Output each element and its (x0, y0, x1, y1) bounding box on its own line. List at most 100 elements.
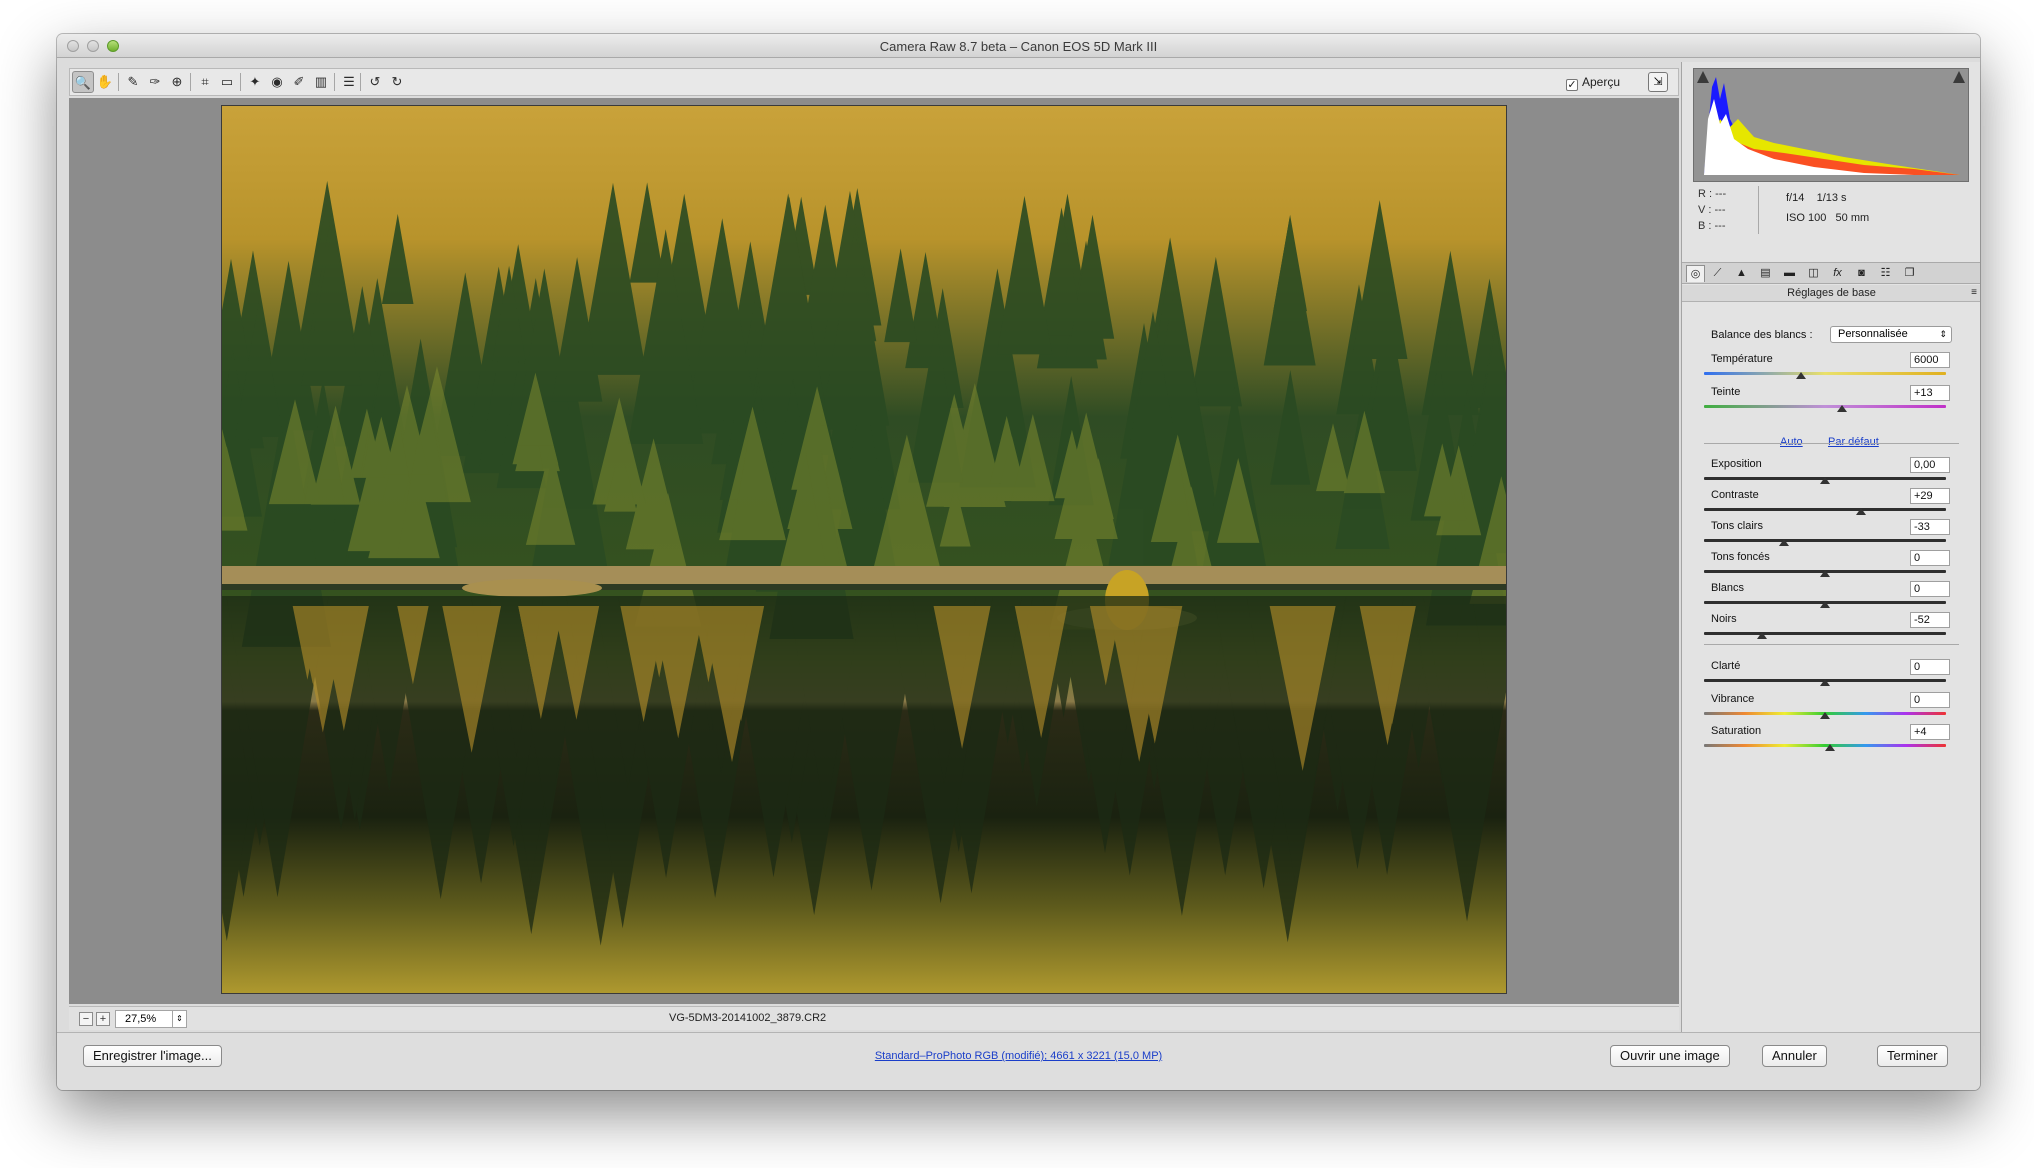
panel-tabs: ◎ ⟋ ▲ ▤ ▬ ◫ fx ◙ ☷ ❐ (1682, 262, 1980, 284)
spot-removal-tool-icon[interactable]: ✦ (244, 71, 266, 93)
bottom-bar: Enregistrer l'image... Standard–ProPhoto… (57, 1032, 1980, 1090)
crop-tool-icon[interactable]: ⌗ (194, 71, 216, 93)
cancel-button[interactable]: Annuler (1762, 1045, 1827, 1067)
toolbar-separator (334, 73, 335, 91)
exif-iso: ISO 100 (1786, 212, 1827, 224)
temperature-label: Température (1711, 353, 1773, 365)
straighten-tool-icon[interactable]: ▭ (216, 71, 238, 93)
image-canvas[interactable] (69, 98, 1679, 1004)
tab-lens-corrections-icon[interactable]: ◫ (1804, 265, 1823, 282)
preferences-icon[interactable]: ☰ (338, 71, 360, 93)
default-link[interactable]: Par défaut (1828, 436, 1879, 448)
temperature-slider-thumb[interactable] (1795, 372, 1806, 379)
graduated-filter-icon[interactable]: ▥ (310, 71, 332, 93)
histogram (1693, 68, 1969, 182)
vibrance-value-field[interactable]: 0 (1910, 692, 1950, 708)
targeted-adjustment-tool-icon[interactable]: ⊕ (166, 71, 188, 93)
tons-fonces-value-field[interactable]: 0 (1910, 550, 1950, 566)
section-title: Réglages de base (1787, 287, 1876, 299)
saturation-slider-thumb[interactable] (1824, 744, 1835, 751)
adjustment-panel: R : --- V : --- B : --- f/14 1/13 s ISO … (1681, 62, 1980, 1032)
tab-split-toning-icon[interactable]: ▬ (1780, 265, 1799, 282)
tons-fonces-label: Tons foncés (1711, 551, 1770, 563)
vibrance-slider-thumb[interactable] (1820, 712, 1830, 719)
tab-detail-icon[interactable]: ▲ (1732, 265, 1751, 282)
red-eye-tool-icon[interactable]: ◉ (266, 71, 288, 93)
tons-clairs-slider-thumb[interactable] (1778, 539, 1789, 546)
preview-label: Aperçu (1581, 75, 1620, 89)
zoom-level-select[interactable]: 27,5% ⇕ (115, 1010, 187, 1028)
vibrance-label: Vibrance (1711, 693, 1755, 705)
section-header: Réglages de base ≡ (1682, 285, 1980, 302)
zoom-out-button[interactable]: − (79, 1012, 93, 1026)
noirs-slider-track[interactable] (1704, 632, 1946, 635)
contraste-slider-track[interactable] (1704, 508, 1946, 511)
photo-preview[interactable] (221, 105, 1507, 994)
clarte-value-field[interactable]: 0 (1910, 659, 1950, 675)
white-balance-select[interactable]: Personnalisée ⇕ (1830, 326, 1952, 343)
tons-clairs-value-field[interactable]: -33 (1910, 519, 1950, 535)
temperature-value-field[interactable]: 6000 (1910, 352, 1950, 368)
group-divider (1704, 644, 1959, 645)
toolbar-separator (360, 73, 361, 91)
hand-tool-icon[interactable]: ✋ (94, 71, 116, 93)
noirs-slider-thumb[interactable] (1757, 632, 1768, 639)
saturation-label: Saturation (1711, 725, 1762, 737)
tab-tone-curve-icon[interactable]: ⟋ (1708, 265, 1727, 282)
select-arrow-icon: ⇕ (1939, 329, 1947, 339)
exif-focal-length: 50 mm (1835, 212, 1870, 224)
teinte-value-field[interactable]: +13 (1910, 385, 1950, 401)
rotate-left-icon[interactable]: ↺ (364, 71, 386, 93)
blancs-value-field[interactable]: 0 (1910, 581, 1950, 597)
readout-divider (1758, 186, 1759, 234)
exposition-slider-thumb[interactable] (1820, 477, 1830, 484)
tab-snapshots-icon[interactable]: ❐ (1900, 265, 1919, 282)
white-balance-value: Personnalisée (1838, 328, 1908, 340)
file-name: VG-5DM3-20141002_3879.CR2 (669, 1012, 827, 1024)
rgb-readout: R : --- V : --- B : --- (1698, 186, 1726, 234)
blancs-label: Blancs (1711, 582, 1745, 594)
tab-hsl-icon[interactable]: ▤ (1756, 265, 1775, 282)
preview-checkbox-box[interactable]: ✓ (1565, 79, 1578, 91)
panel-menu-icon[interactable]: ≡ (1971, 285, 1977, 301)
blancs-slider-thumb[interactable] (1820, 601, 1830, 608)
window-title: Camera Raw 8.7 beta – Canon EOS 5D Mark … (879, 39, 1158, 54)
clarte-label: Clarté (1711, 660, 1741, 672)
tool-bar: ✓ Aperçu ⇲ 🔍 ✋ ✎ ✑ ⊕ ⌗ ▭ ✦ ◉ ✐ ▥ ☰ ↺ ↻ (69, 68, 1679, 96)
noirs-value-field[interactable]: -52 (1910, 612, 1950, 628)
tab-basic-icon[interactable]: ◎ (1686, 265, 1705, 282)
zoom-tool-icon[interactable]: 🔍 (72, 71, 94, 93)
teinte-label: Teinte (1711, 386, 1741, 398)
group-divider (1704, 443, 1959, 444)
temperature-slider-track[interactable] (1704, 372, 1946, 375)
tab-effects-icon[interactable]: fx (1828, 265, 1847, 282)
tons-clairs-slider-track[interactable] (1704, 539, 1946, 542)
clarte-slider-thumb[interactable] (1820, 679, 1830, 686)
open-image-button[interactable]: Ouvrir une image (1610, 1045, 1730, 1067)
zoom-stepper-icon[interactable]: ⇕ (172, 1011, 186, 1027)
adjustment-brush-icon[interactable]: ✐ (288, 71, 310, 93)
readout-r: R : --- (1698, 188, 1727, 200)
readout-v: V : --- (1698, 204, 1726, 216)
tons-clairs-label: Tons clairs (1711, 520, 1763, 532)
contraste-slider-thumb[interactable] (1856, 508, 1867, 515)
camera-raw-window: Camera Raw 8.7 beta – Canon EOS 5D Mark … (57, 34, 1980, 1090)
teinte-slider-thumb[interactable] (1836, 405, 1847, 412)
exif-aperture: f/14 (1786, 192, 1805, 204)
white-balance-tool-icon[interactable]: ✎ (122, 71, 144, 93)
saturation-value-field[interactable]: +4 (1910, 724, 1950, 740)
zoom-in-button[interactable]: + (96, 1012, 110, 1026)
teinte-slider-track[interactable] (1704, 405, 1946, 408)
exposition-value-field[interactable]: 0,00 (1910, 457, 1950, 473)
tab-presets-icon[interactable]: ☷ (1876, 265, 1895, 282)
tab-camera-calibration-icon[interactable]: ◙ (1852, 265, 1871, 282)
contraste-label: Contraste (1711, 489, 1759, 501)
done-button[interactable]: Terminer (1877, 1045, 1948, 1067)
preview-checkbox[interactable]: ✓ Aperçu (1565, 75, 1620, 91)
contraste-value-field[interactable]: +29 (1910, 488, 1950, 504)
rotate-right-icon[interactable]: ↻ (386, 71, 408, 93)
tons-fonces-slider-thumb[interactable] (1820, 570, 1830, 577)
auto-link[interactable]: Auto (1780, 436, 1803, 448)
color-sampler-tool-icon[interactable]: ✑ (144, 71, 166, 93)
fullscreen-toggle-icon[interactable]: ⇲ (1648, 72, 1668, 92)
